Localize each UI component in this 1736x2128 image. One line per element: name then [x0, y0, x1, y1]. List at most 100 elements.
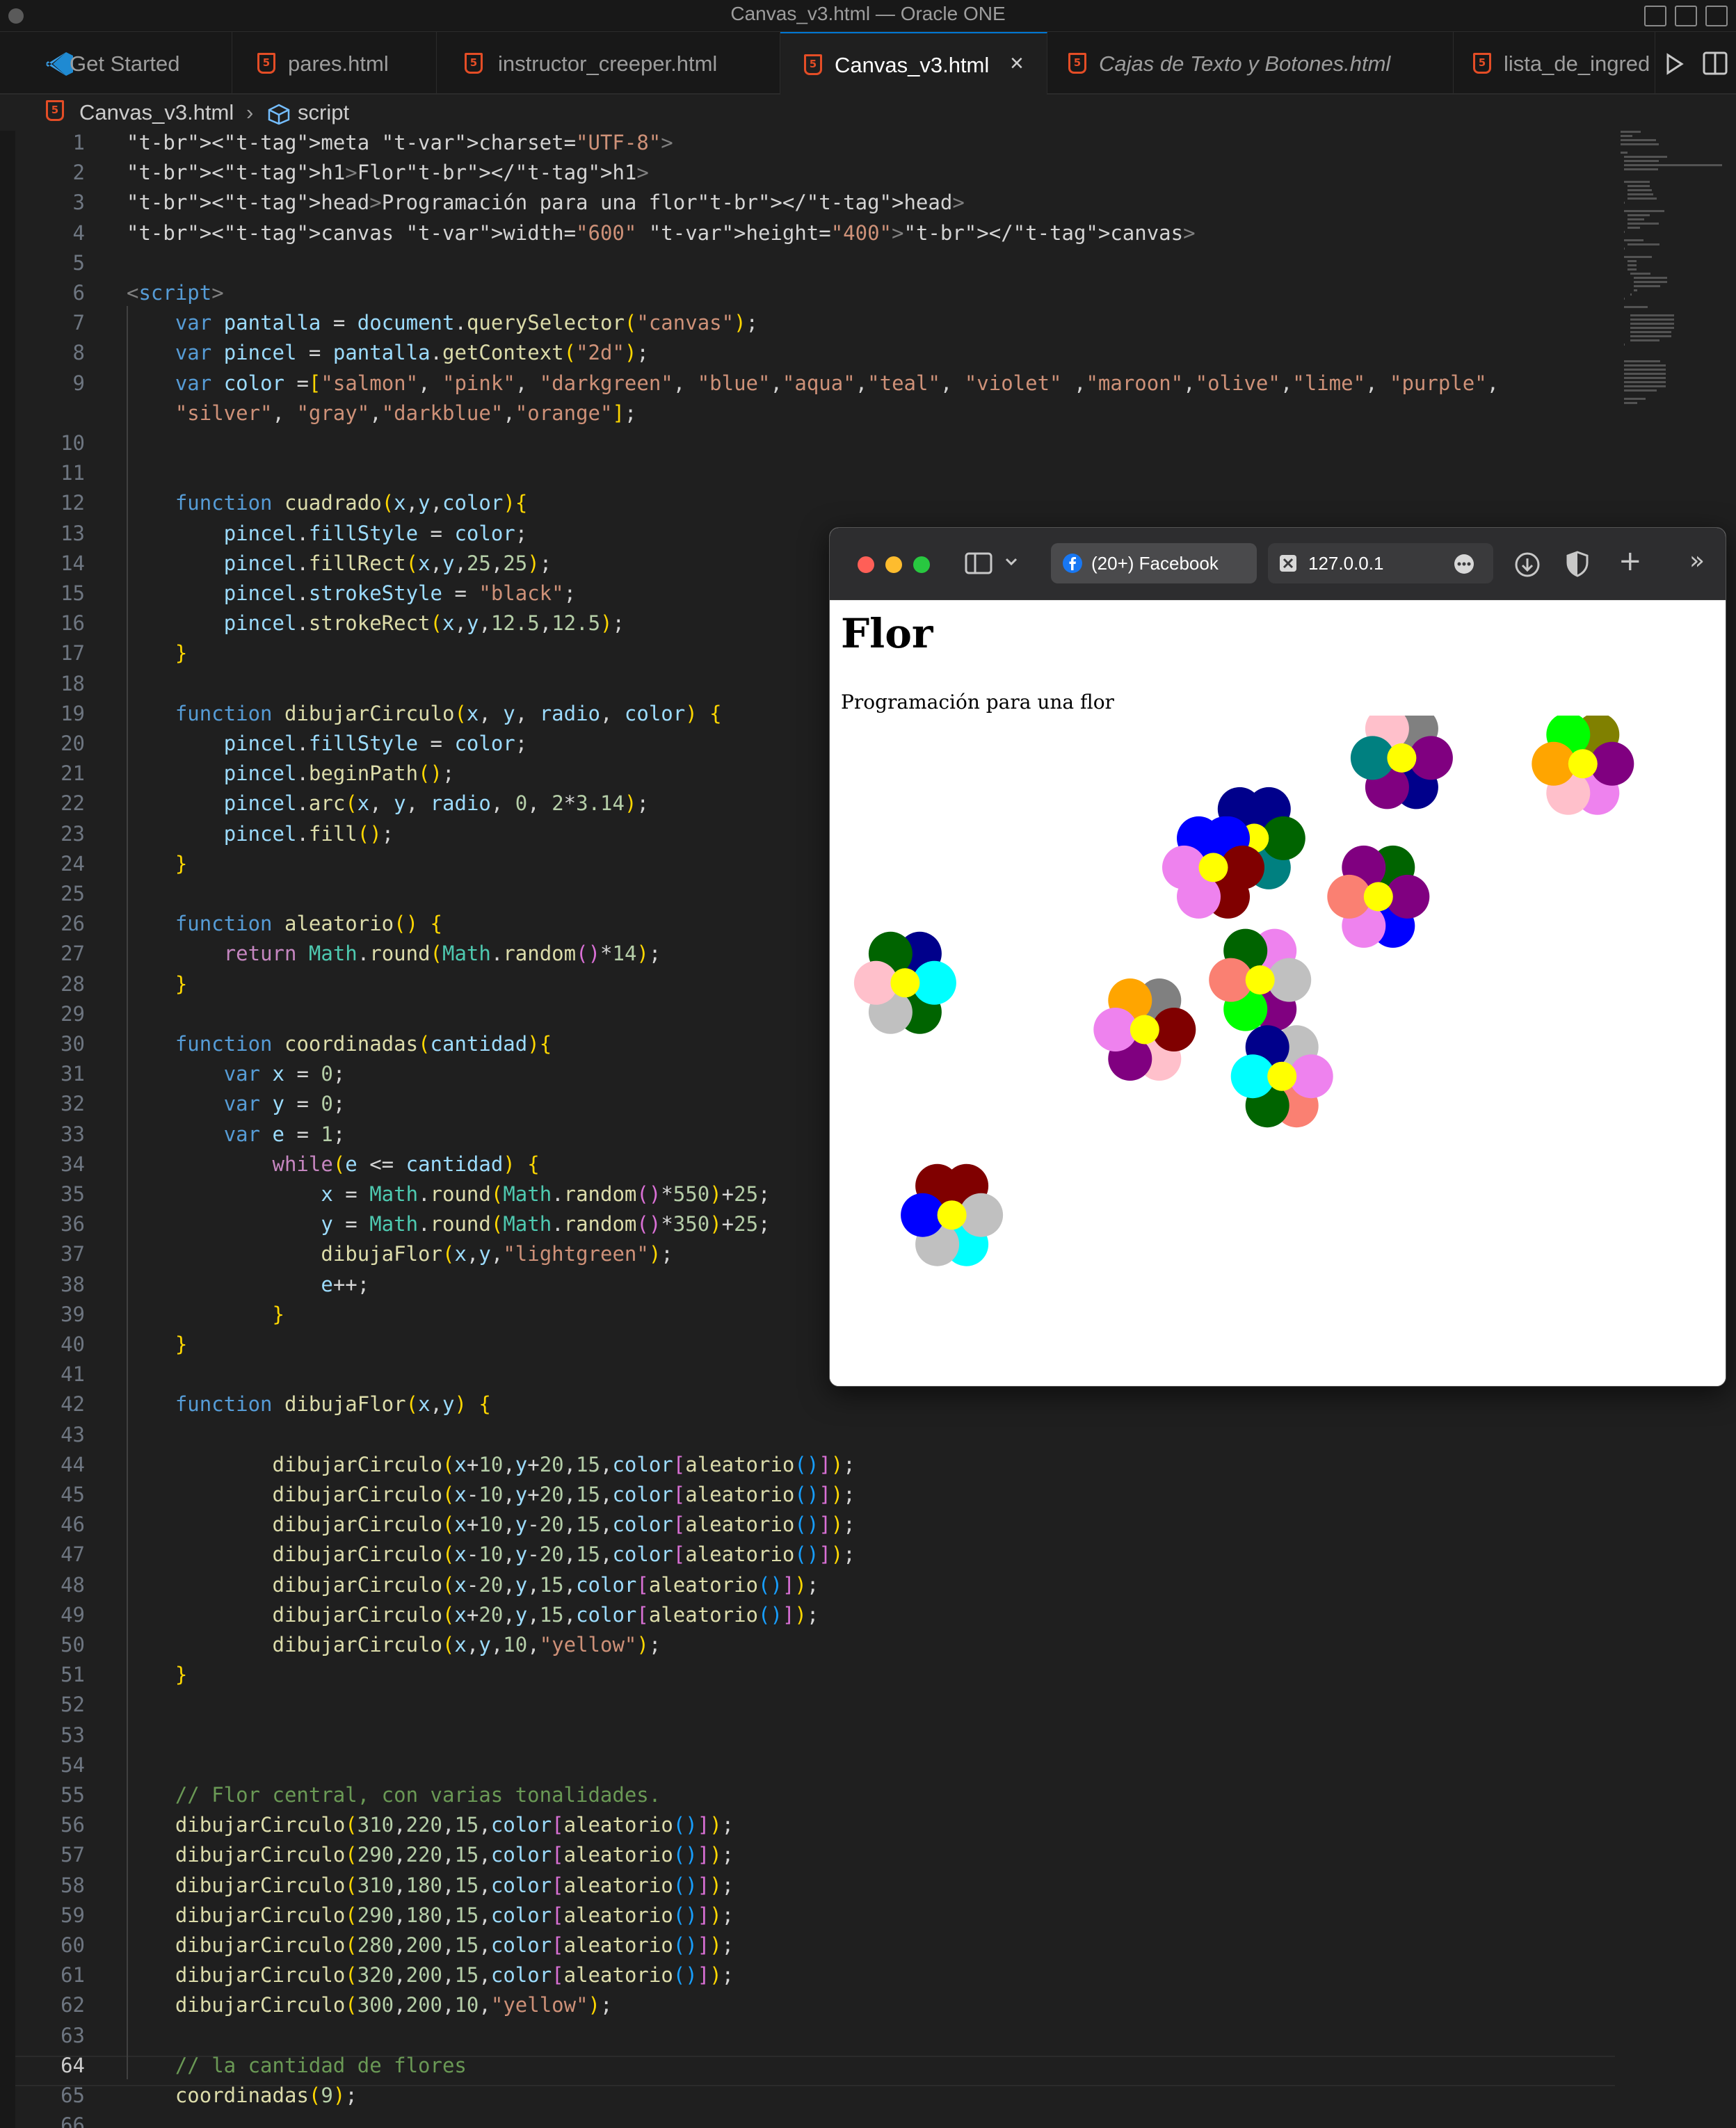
code-line[interactable]: x = Math.round(Math.random()*550)+25;	[127, 1182, 770, 1206]
code-line[interactable]: "t-br"><"t-tag">head>Programación para u…	[127, 191, 965, 214]
tab-cajas-de-texto[interactable]: 5 Cajas de Texto y Botones.html	[1047, 32, 1454, 95]
line-number: 55	[61, 1783, 85, 1807]
code-line[interactable]: dibujarCirculo(x+20,y,15,color[aleatorio…	[127, 1603, 819, 1627]
code-line[interactable]: pincel.fillStyle = color;	[127, 522, 528, 545]
code-line[interactable]: dibujarCirculo(x+10,y-20,15,color[aleato…	[127, 1513, 855, 1536]
code-line[interactable]: dibujarCirculo(310,220,15,color[aleatori…	[127, 1813, 734, 1837]
chevron-down-icon[interactable]	[1005, 557, 1018, 567]
code-line[interactable]: pincel.beginPath();	[127, 761, 455, 785]
toggle-sidebar-icon[interactable]	[1644, 6, 1666, 26]
code-line[interactable]: var color =["salmon", "pink", "darkgreen…	[127, 371, 1499, 395]
close-window-icon[interactable]	[858, 556, 874, 573]
code-line[interactable]: <script>	[127, 281, 224, 305]
code-line[interactable]: dibujarCirculo(290,220,15,color[aleatori…	[127, 1843, 734, 1867]
code-line[interactable]: }	[127, 641, 187, 665]
chevron-double-right-icon[interactable]: »	[1689, 547, 1705, 575]
code-line[interactable]: while(e <= cantidad) {	[127, 1152, 540, 1176]
code-line[interactable]: dibujarCirculo(280,200,15,color[aleatori…	[127, 1933, 734, 1957]
maximize-window-icon[interactable]	[913, 556, 930, 573]
code-line[interactable]: function coordinadas(cantidad){	[127, 1032, 552, 1056]
tab-canvas-v3[interactable]: 5 Canvas_v3.html ×	[780, 32, 1047, 95]
code-line[interactable]: dibujarCirculo(290,180,15,color[aleatori…	[127, 1903, 734, 1927]
code-line[interactable]: }	[127, 1663, 187, 1686]
flower-center	[1198, 853, 1228, 882]
tab-pares[interactable]: 5 pares.html	[232, 32, 437, 95]
line-number: 42	[61, 1392, 85, 1417]
code-line[interactable]: dibujaFlor(x,y,"lightgreen");	[127, 1242, 673, 1266]
code-line[interactable]: function aleatorio() {	[127, 912, 442, 935]
minimap-line	[1627, 193, 1654, 195]
code-line[interactable]: pincel.fill();	[127, 822, 394, 846]
activity-strip	[0, 131, 15, 2128]
code-line[interactable]: function dibujaFlor(x,y) {	[127, 1392, 491, 1416]
code-line[interactable]: "t-br"><"t-tag">canvas "t-var">width="60…	[127, 221, 1196, 245]
code-line[interactable]: pincel.strokeRect(x,y,12.5,12.5);	[127, 611, 625, 635]
breadcrumb-file[interactable]: Canvas_v3.html	[79, 100, 234, 125]
line-number: 6	[72, 281, 85, 305]
line-number: 20	[61, 732, 85, 755]
browser-tab-localhost[interactable]: 127.0.0.1	[1268, 543, 1493, 583]
minimap[interactable]	[1618, 131, 1736, 423]
code-line[interactable]: pincel.strokeStyle = "black";	[127, 581, 576, 605]
more-options-icon[interactable]	[1453, 553, 1475, 575]
tab-lista-de-ingredientes[interactable]: 5 lista_de_ingred	[1454, 32, 1655, 95]
html5-icon: 5	[257, 53, 275, 74]
breadcrumb-separator: ›	[246, 100, 254, 124]
download-icon[interactable]	[1514, 551, 1541, 578]
code-line[interactable]: "t-br"><"t-tag">meta "t-var">charset="UT…	[127, 131, 673, 154]
code-line[interactable]: dibujarCirculo(x-10,y-20,15,color[aleato…	[127, 1542, 855, 1566]
breadcrumb-symbol[interactable]: script	[298, 100, 349, 125]
code-line[interactable]: pincel.fillStyle = color;	[127, 732, 528, 755]
code-line[interactable]: }	[127, 972, 187, 996]
code-line[interactable]: }	[127, 852, 187, 876]
code-line[interactable]: dibujarCirculo(300,200,10,"yellow");	[127, 1993, 613, 2017]
code-line[interactable]: }	[127, 1303, 284, 1326]
code-line[interactable]: dibujarCirculo(x-20,y,15,color[aleatorio…	[127, 1573, 819, 1597]
code-line[interactable]: pincel.fillRect(x,y,25,25);	[127, 551, 552, 575]
tab-instructor-creeper[interactable]: 5 instructor_creeper.html	[437, 32, 780, 95]
code-line[interactable]: "silver", "gray","darkblue","orange"];	[127, 401, 637, 425]
code-line[interactable]: // la cantidad de flores	[127, 2054, 467, 2077]
html5-icon: 5	[1068, 53, 1086, 74]
code-line[interactable]: return Math.round(Math.random()*14);	[127, 942, 661, 965]
code-line[interactable]: dibujarCirculo(x-10,y+20,15,color[aleato…	[127, 1483, 855, 1506]
code-line[interactable]: dibujarCirculo(x,y,10,"yellow");	[127, 1633, 661, 1657]
code-line[interactable]: dibujarCirculo(310,180,15,color[aleatori…	[127, 1873, 734, 1897]
browser-tab-facebook[interactable]: (20+) Facebook	[1051, 543, 1257, 583]
minimize-window-icon[interactable]	[885, 556, 902, 573]
minimap-line	[1621, 131, 1641, 133]
code-line[interactable]: var pincel = pantalla.getContext("2d");	[127, 341, 649, 364]
code-line[interactable]: function dibujarCirculo(x, y, radio, col…	[127, 702, 722, 725]
code-line[interactable]: "t-br"><"t-tag">h1>Flor"t-br"></"t-tag">…	[127, 161, 649, 184]
code-line[interactable]: function cuadrado(x,y,color){	[127, 491, 527, 515]
code-line[interactable]: var x = 0;	[127, 1062, 346, 1086]
line-number: 17	[61, 641, 85, 666]
code-line[interactable]: // Flor central, con varias tonalidades.	[127, 1783, 661, 1807]
code-line[interactable]: e++;	[127, 1273, 369, 1296]
code-line[interactable]: coordinadas(9);	[127, 2083, 357, 2107]
code-line[interactable]: var e = 1;	[127, 1122, 346, 1146]
line-number: 23	[61, 821, 85, 846]
toggle-secondary-sidebar-icon[interactable]	[1705, 6, 1728, 26]
close-tab-icon[interactable]	[1279, 554, 1297, 572]
breadcrumb: 5 Canvas_v3.html › script	[0, 95, 1736, 131]
code-line[interactable]: y = Math.round(Math.random()*350)+25;	[127, 1212, 770, 1236]
code-line[interactable]: var pantalla = document.querySelector("c…	[127, 311, 758, 334]
code-line[interactable]: dibujarCirculo(320,200,15,color[aleatori…	[127, 1963, 734, 1987]
shield-icon[interactable]	[1566, 550, 1589, 578]
line-number: 3	[72, 191, 85, 215]
toggle-panel-icon[interactable]	[1675, 6, 1697, 26]
line-number: 39	[61, 1302, 85, 1326]
new-tab-icon[interactable]: +	[1618, 547, 1642, 575]
code-line[interactable]: dibujarCirculo(x+10,y+20,15,color[aleato…	[127, 1453, 855, 1476]
code-line[interactable]: pincel.arc(x, y, radio, 0, 2*3.14);	[127, 791, 649, 815]
code-line[interactable]: var y = 0;	[127, 1092, 346, 1115]
split-editor-icon[interactable]	[1703, 51, 1728, 75]
flower	[1532, 716, 1634, 815]
minimap-line	[1634, 277, 1668, 279]
run-icon[interactable]	[1665, 53, 1685, 75]
sidebar-toggle-icon[interactable]	[965, 551, 992, 575]
close-icon[interactable]: ×	[1010, 50, 1024, 77]
tab-get-started[interactable]: Get Started	[15, 32, 232, 95]
code-line[interactable]: }	[127, 1332, 187, 1356]
